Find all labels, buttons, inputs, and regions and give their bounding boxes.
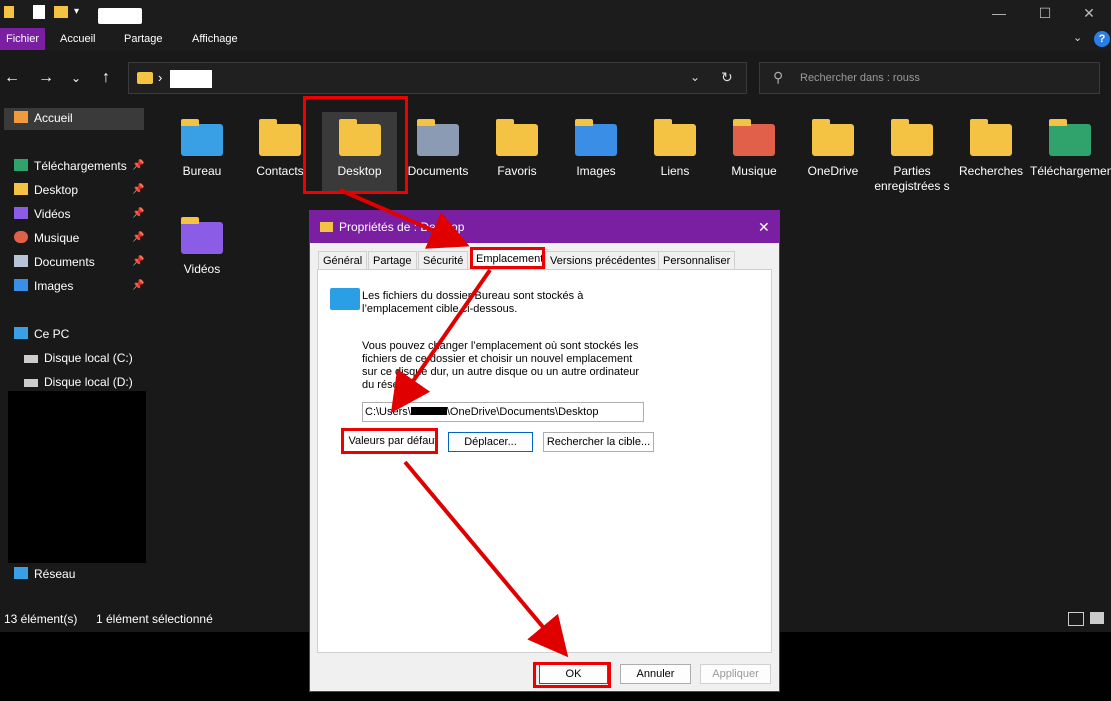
- annotation-arrows: [339, 188, 569, 658]
- arrow-desktop-to-tab: [339, 188, 470, 249]
- arrow-tab-to-restore: [390, 268, 492, 414]
- arrow-restore-to-ok: [403, 460, 569, 658]
